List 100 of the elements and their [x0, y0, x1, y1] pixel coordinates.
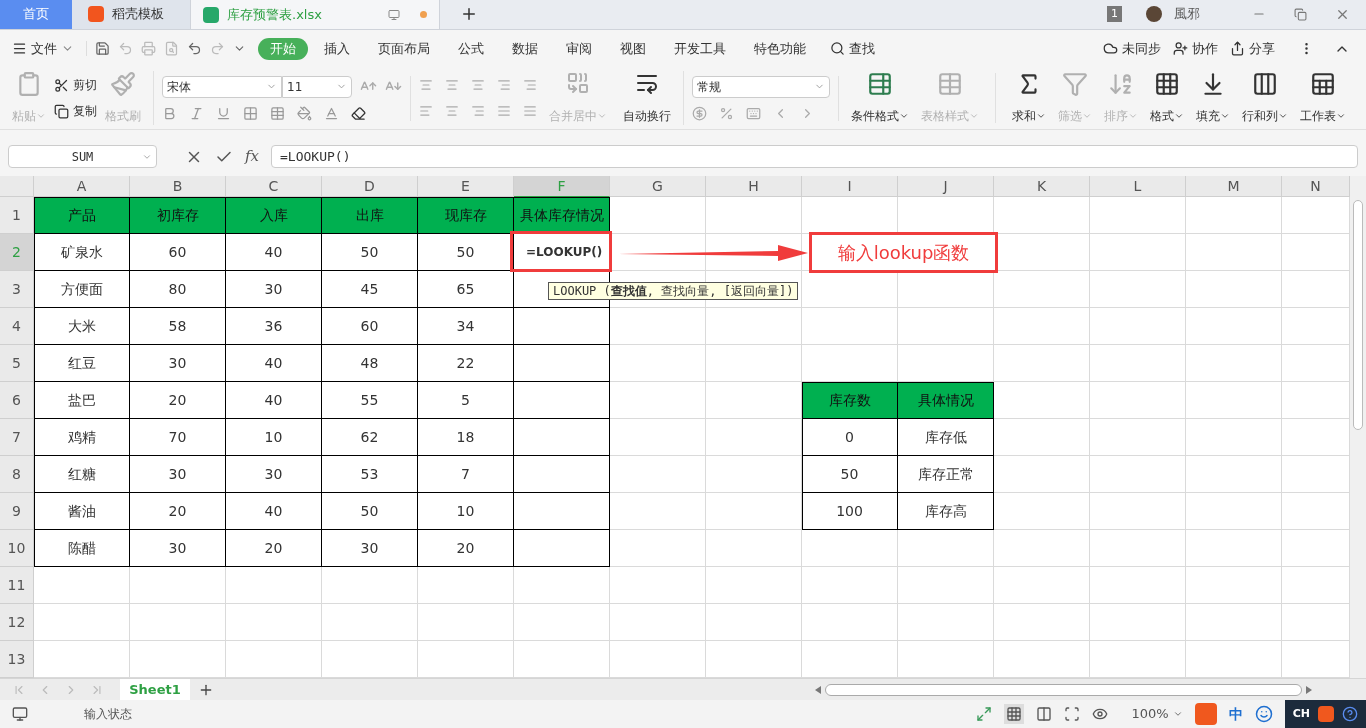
page-break-icon[interactable]: [1035, 706, 1052, 722]
row-header[interactable]: 3: [0, 271, 34, 308]
column-header[interactable]: G: [610, 176, 706, 197]
ribbon-tab[interactable]: 数据: [500, 37, 550, 60]
number-format-dropdown[interactable]: 常规: [692, 75, 830, 98]
font-size-dropdown[interactable]: 11: [282, 75, 352, 98]
ribbon-button[interactable]: 填充: [1192, 71, 1234, 125]
font-color-icon[interactable]: [324, 105, 339, 121]
scroll-right-icon[interactable]: [1306, 685, 1312, 694]
row-header[interactable]: 6: [0, 382, 34, 419]
redo-icon[interactable]: [210, 41, 225, 56]
align-left-icon[interactable]: [419, 104, 433, 118]
column-header[interactable]: I: [802, 176, 898, 197]
align-middle-icon[interactable]: [445, 78, 459, 92]
ribbon-button[interactable]: 条件格式: [847, 71, 913, 125]
distribute-icon[interactable]: [523, 104, 537, 118]
row-header[interactable]: 4: [0, 308, 34, 345]
align-right-icon[interactable]: [471, 104, 485, 118]
emoji-icon[interactable]: [1254, 705, 1273, 723]
align-center-icon[interactable]: [445, 104, 459, 118]
column-header[interactable]: J: [898, 176, 994, 197]
sheet-tab[interactable]: Sheet1: [120, 678, 190, 701]
ribbon-tab[interactable]: 特色功能: [742, 37, 818, 60]
name-box[interactable]: SUM: [8, 145, 157, 168]
ribbon-tab[interactable]: 插入: [312, 37, 362, 60]
underline-icon[interactable]: [216, 105, 231, 121]
scroll-thumb[interactable]: [1353, 200, 1363, 430]
row-header[interactable]: 9: [0, 493, 34, 530]
new-tab-icon[interactable]: [460, 5, 478, 23]
column-header[interactable]: L: [1090, 176, 1186, 197]
macro-icon[interactable]: [12, 706, 28, 722]
row-header[interactable]: 13: [0, 641, 34, 678]
font-name-dropdown[interactable]: 宋体: [162, 75, 282, 98]
toolbar-action[interactable]: 协作: [1173, 38, 1218, 59]
print-preview-icon[interactable]: [164, 41, 179, 56]
scroll-thumb[interactable]: [825, 683, 1302, 696]
vertical-scrollbar[interactable]: [1350, 176, 1366, 678]
row-header[interactable]: 5: [0, 345, 34, 382]
justify-icon[interactable]: [497, 104, 511, 118]
bold-icon[interactable]: [162, 105, 177, 121]
user-name[interactable]: 風邪: [1174, 4, 1200, 24]
increase-indent-icon[interactable]: [523, 78, 537, 92]
restore-icon[interactable]: [1294, 7, 1307, 21]
ribbon-button[interactable]: 格式: [1146, 71, 1188, 125]
help-icon[interactable]: [1342, 706, 1358, 722]
eraser-icon[interactable]: [351, 105, 366, 121]
cell-style-icon[interactable]: [270, 105, 285, 121]
document-tab[interactable]: 稻壳模板: [72, 0, 190, 29]
column-header[interactable]: K: [994, 176, 1090, 197]
toolbar-action[interactable]: 未同步: [1103, 38, 1161, 59]
percent-icon[interactable]: [719, 105, 734, 121]
avatar-icon[interactable]: [1146, 6, 1162, 22]
scroll-left-icon[interactable]: [815, 685, 821, 694]
ribbon-tab[interactable]: 公式: [446, 37, 496, 60]
column-header[interactable]: M: [1186, 176, 1282, 197]
row-header[interactable]: 12: [0, 604, 34, 641]
ribbon-tab[interactable]: 开发工具: [662, 37, 738, 60]
row-header[interactable]: 10: [0, 530, 34, 567]
language-indicator[interactable]: CH: [1292, 705, 1310, 723]
eye-protection-icon[interactable]: [1091, 706, 1108, 722]
normal-view-icon[interactable]: [1003, 704, 1024, 724]
ribbon-button[interactable]: 自动换行: [619, 71, 675, 125]
column-header[interactable]: H: [706, 176, 802, 197]
monitor-icon[interactable]: [388, 8, 400, 21]
input-mode[interactable]: 中: [1228, 703, 1243, 725]
ribbon-button[interactable]: 行和列: [1238, 71, 1292, 125]
search-button[interactable]: 查找: [822, 38, 883, 59]
ribbon-button[interactable]: 求和: [1008, 71, 1050, 125]
reading-layout-icon[interactable]: [1063, 706, 1080, 722]
row-header[interactable]: 8: [0, 456, 34, 493]
caret-icon: [597, 111, 607, 121]
undo-icon[interactable]: [187, 41, 202, 56]
row-header[interactable]: 7: [0, 419, 34, 456]
row-header[interactable]: 11: [0, 567, 34, 604]
row-header[interactable]: 1: [0, 197, 34, 234]
table-cell: 18: [418, 419, 514, 456]
italic-icon[interactable]: [189, 105, 204, 121]
ribbon-tab[interactable]: 页面布局: [366, 37, 442, 60]
align-bottom-icon[interactable]: [471, 78, 485, 92]
fill-color-icon[interactable]: [297, 105, 312, 121]
table-cell: 陈醋: [34, 530, 130, 567]
file-menu[interactable]: 文件: [12, 38, 82, 59]
fullscreen-icon[interactable]: [975, 706, 992, 722]
ribbon-tab[interactable]: 审阅: [554, 37, 604, 60]
zoom-dropdown[interactable]: 100%: [1131, 704, 1183, 724]
ribbon-button[interactable]: 剪切: [54, 76, 97, 94]
borders-icon[interactable]: [243, 105, 258, 121]
ribbon-button[interactable]: 工作表: [1296, 71, 1350, 125]
ribbon-tab[interactable]: 视图: [608, 37, 658, 60]
ribbon-button[interactable]: 复制: [54, 102, 97, 120]
currency-icon[interactable]: [692, 105, 707, 121]
table-cell: 30: [130, 456, 226, 493]
formula-field[interactable]: =LOOKUP(): [271, 145, 1358, 168]
save-icon[interactable]: [95, 41, 110, 56]
decrease-indent-icon[interactable]: [497, 78, 511, 92]
print-icon[interactable]: [141, 41, 156, 56]
toolbar-action[interactable]: 分享: [1230, 38, 1275, 59]
notification-count[interactable]: 1: [1107, 5, 1122, 23]
function-label[interactable]: fx: [245, 145, 259, 168]
align-top-icon[interactable]: [419, 78, 433, 92]
